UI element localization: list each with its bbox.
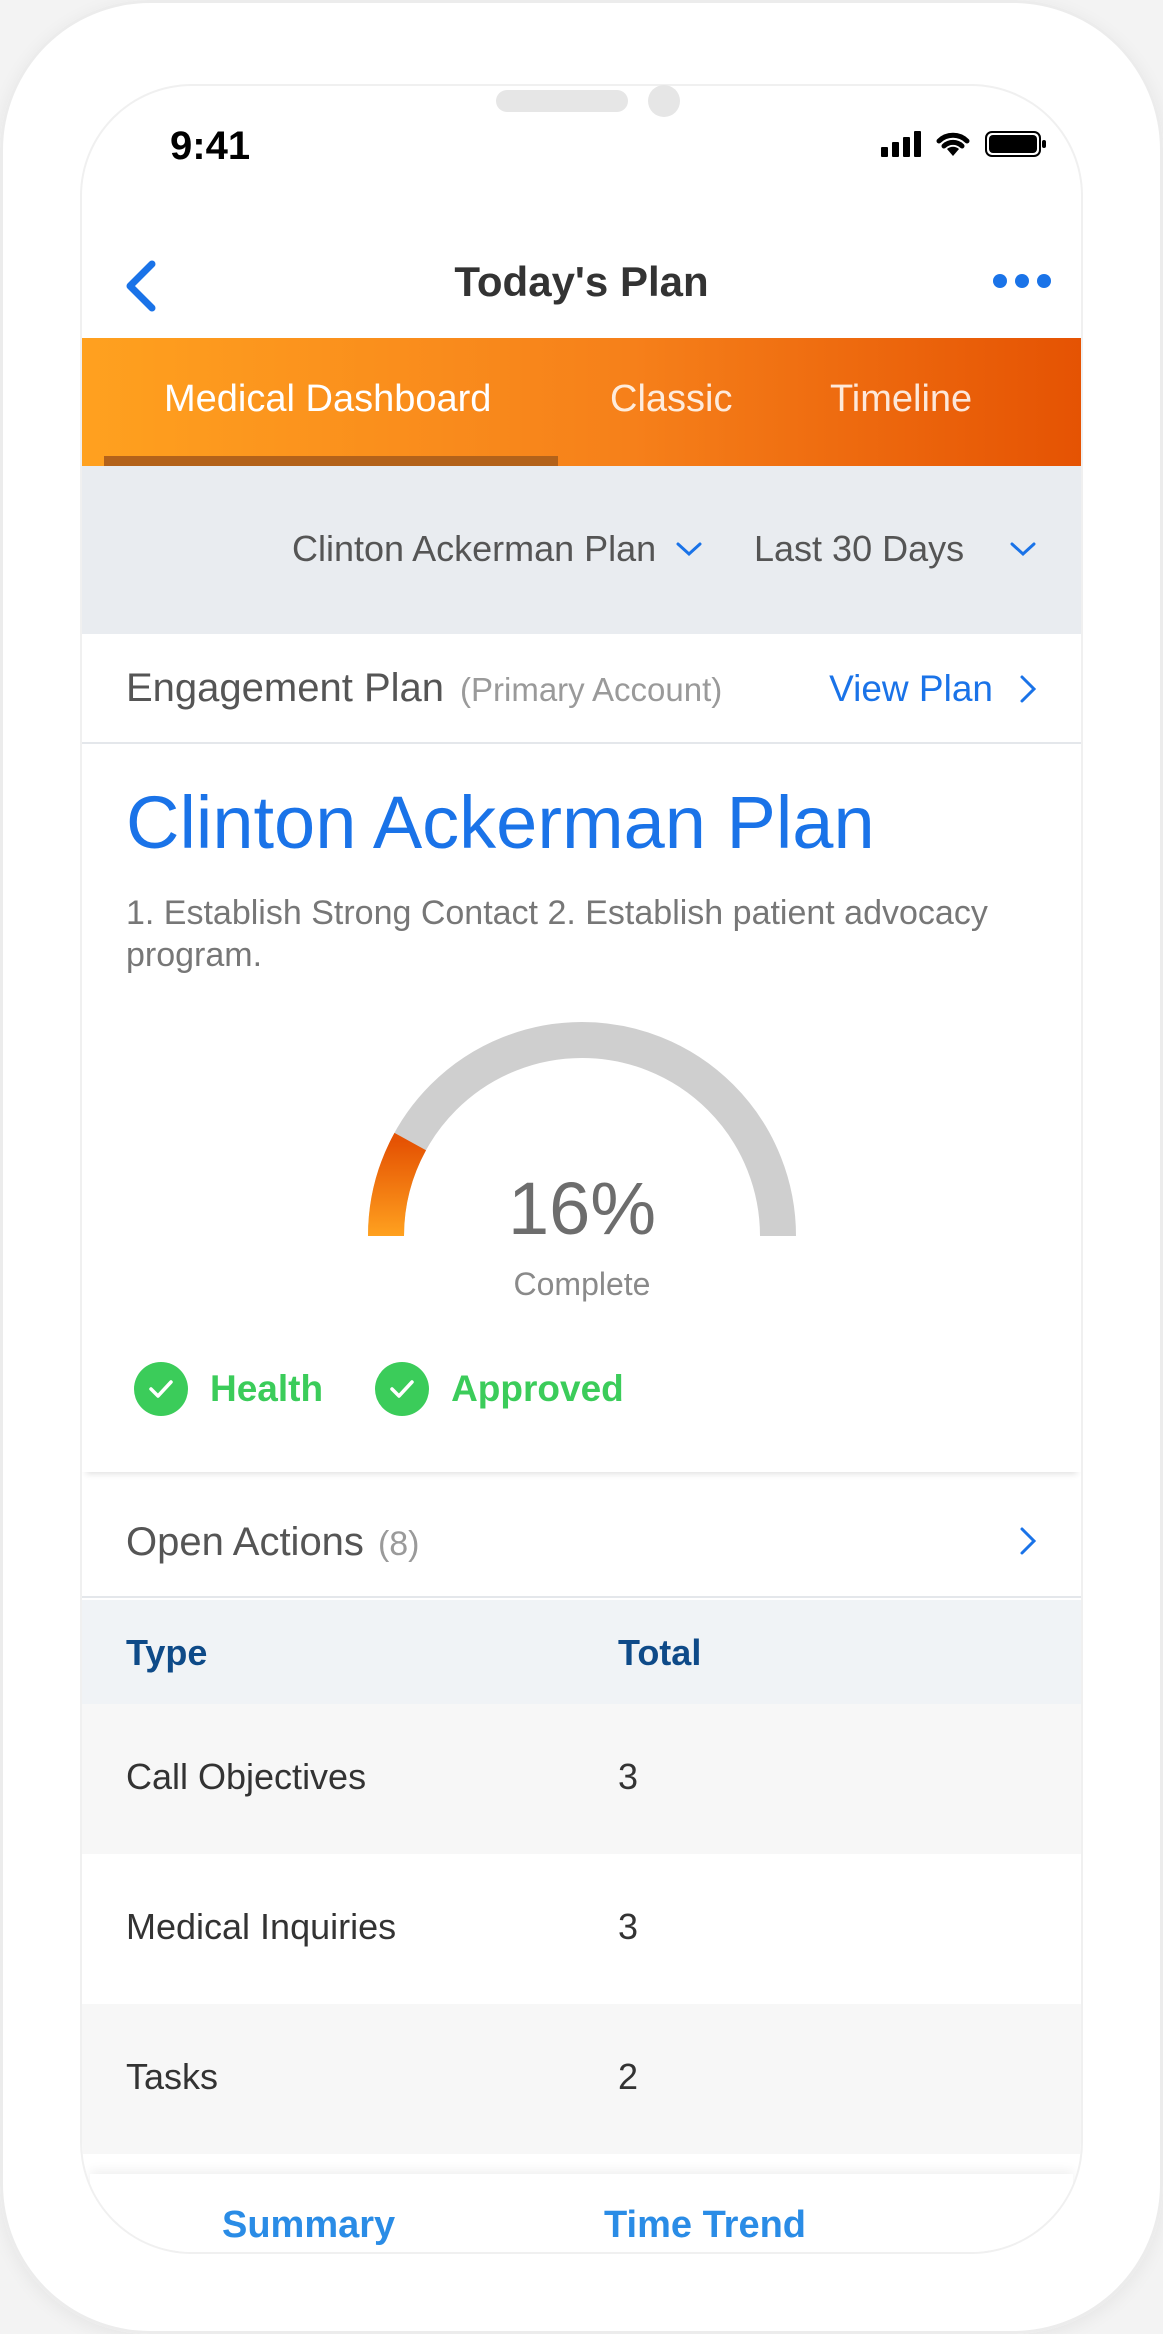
open-actions-table: Type Total Call Objectives 3 Medical Inq… bbox=[82, 1600, 1081, 2154]
table-row[interactable]: Tasks 2 bbox=[82, 2004, 1081, 2154]
health-badge: Health bbox=[134, 1362, 323, 1416]
approved-badge: Approved bbox=[375, 1362, 624, 1416]
row-total: 3 bbox=[618, 1756, 639, 1797]
row-total: 2 bbox=[618, 2056, 639, 2097]
table-row[interactable]: Call Objectives 3 bbox=[82, 1704, 1081, 1854]
active-tab-indicator bbox=[104, 456, 558, 466]
chevron-right-icon bbox=[1020, 675, 1037, 703]
engagement-plan-header: Engagement Plan (Primary Account) View Pl… bbox=[82, 634, 1081, 744]
plan-dropdown[interactable]: Clinton Ackerman Plan bbox=[292, 528, 704, 570]
health-badge-label: Health bbox=[210, 1368, 324, 1409]
open-actions-title: Open Actions (8) bbox=[126, 1520, 420, 1565]
tab-classic[interactable]: Classic bbox=[610, 378, 732, 421]
status-badges: Health Approved bbox=[134, 1362, 624, 1416]
status-time: 9:41 bbox=[170, 124, 251, 168]
plan-card: Clinton Ackerman Plan 1. Establish Stron… bbox=[82, 746, 1081, 1472]
row-type: Tasks bbox=[126, 2056, 219, 2097]
bottom-tab-bar: Summary Time Trend bbox=[90, 2174, 1073, 2252]
date-range-label: Last 30 Days bbox=[754, 528, 965, 569]
status-icons bbox=[881, 130, 1047, 158]
engagement-plan-title: Engagement Plan (Primary Account) bbox=[126, 666, 722, 711]
navigation-bar: Today's Plan bbox=[82, 236, 1081, 338]
date-range-dropdown[interactable]: Last 30 Days bbox=[754, 528, 1038, 570]
plan-dropdown-label: Clinton Ackerman Plan bbox=[292, 528, 657, 569]
progress-caption: Complete bbox=[513, 1266, 651, 1302]
table-header: Type Total bbox=[82, 1600, 1081, 1704]
battery-icon bbox=[985, 131, 1046, 157]
column-header-type: Type bbox=[126, 1632, 208, 1673]
view-tabs: Medical Dashboard Classic Timeline bbox=[82, 338, 1081, 466]
engagement-plan-label: Engagement Plan bbox=[126, 666, 445, 710]
row-type: Medical Inquiries bbox=[126, 1906, 397, 1947]
phone-screen: 9:41 Today's Plan Medical Dashboard Clas… bbox=[82, 86, 1081, 2252]
row-total: 3 bbox=[618, 1906, 639, 1947]
check-circle-icon bbox=[375, 1362, 430, 1416]
view-plan-label: View Plan bbox=[829, 668, 993, 709]
cellular-signal-icon bbox=[881, 131, 921, 157]
device-camera bbox=[648, 85, 680, 117]
open-actions-header[interactable]: Open Actions (8) bbox=[82, 1488, 1081, 1598]
page-title: Today's Plan bbox=[454, 258, 709, 305]
check-circle-icon bbox=[134, 1362, 188, 1416]
view-plan-link[interactable]: View Plan bbox=[829, 668, 1037, 710]
table-row[interactable]: Medical Inquiries 3 bbox=[82, 1854, 1081, 2004]
plan-description: 1. Establish Strong Contact 2. Establish… bbox=[126, 894, 988, 974]
column-header-total: Total bbox=[618, 1632, 702, 1673]
chevron-down-icon bbox=[1010, 542, 1036, 557]
device-speaker bbox=[496, 90, 628, 112]
tab-medical-dashboard[interactable]: Medical Dashboard bbox=[164, 378, 491, 421]
chevron-right-icon[interactable] bbox=[1019, 1526, 1037, 1556]
filter-bar: Clinton Ackerman Plan Last 30 Days bbox=[82, 466, 1081, 634]
phone-frame: 9:41 Today's Plan Medical Dashboard Clas… bbox=[0, 0, 1163, 2334]
wifi-icon bbox=[936, 132, 970, 156]
row-type: Call Objectives bbox=[126, 1756, 367, 1797]
tab-time-trend[interactable]: Time Trend bbox=[604, 2204, 806, 2247]
engagement-plan-subtitle: (Primary Account) bbox=[460, 671, 723, 708]
open-actions-label: Open Actions bbox=[126, 1520, 364, 1564]
tab-timeline[interactable]: Timeline bbox=[830, 378, 972, 421]
progress-gauge: 16% Complete bbox=[362, 1016, 802, 1302]
approved-badge-label: Approved bbox=[451, 1368, 624, 1409]
chevron-down-icon bbox=[676, 542, 702, 557]
more-options-icon[interactable] bbox=[993, 274, 1051, 288]
open-actions-count: (8) bbox=[377, 1525, 420, 1563]
tab-summary[interactable]: Summary bbox=[222, 2204, 395, 2247]
progress-percent: 16% bbox=[507, 1167, 657, 1250]
plan-name: Clinton Ackerman Plan bbox=[126, 781, 875, 864]
